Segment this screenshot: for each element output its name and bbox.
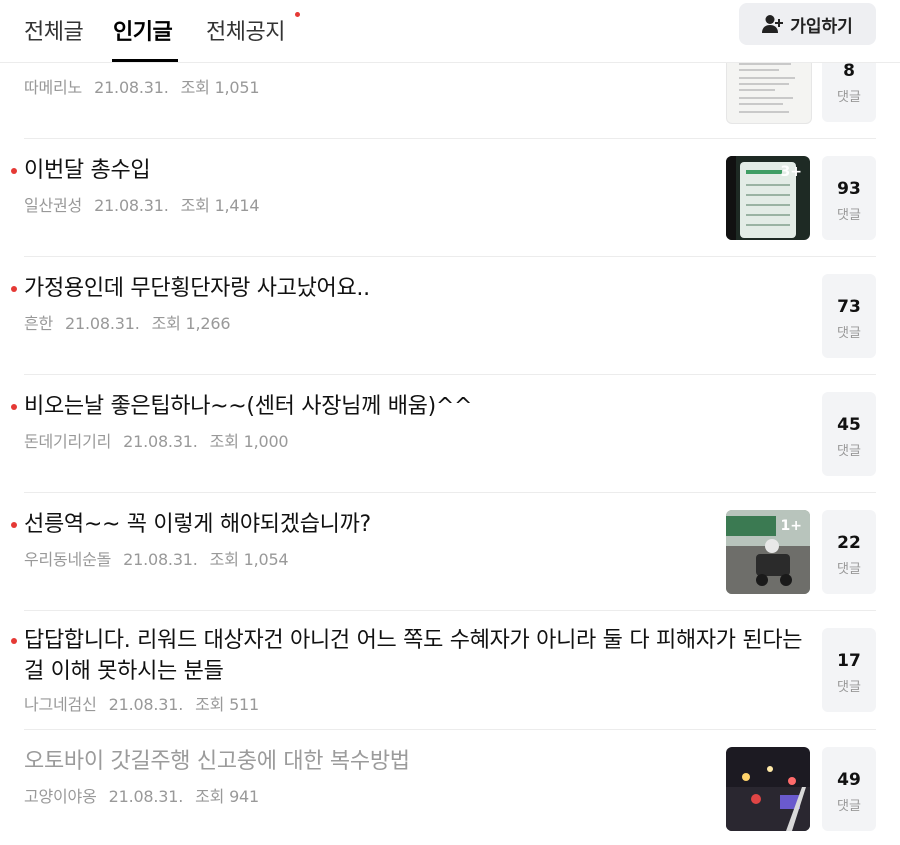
post-views: 조회 1,054 — [209, 550, 289, 569]
comment-count: 49 — [837, 770, 861, 790]
post-views: 조회 511 — [195, 695, 260, 714]
comment-count: 73 — [837, 297, 861, 317]
post-date: 21.08.31. — [94, 196, 169, 215]
comment-count-box[interactable]: 22 댓글 — [822, 510, 876, 594]
tab-all-notices[interactable]: 전체공지 — [206, 14, 285, 46]
comment-count: 22 — [837, 533, 861, 553]
comment-label: 댓글 — [837, 326, 861, 341]
post-author: 우리동네순돌 — [24, 550, 112, 569]
post-title[interactable]: 비오는날 좋은팁하나~~(센터 사장님께 배움)^^ — [24, 391, 784, 422]
post-views: 조회 1,051 — [180, 78, 260, 97]
thumbnail-image-count: 3+ — [780, 164, 802, 180]
comment-count-box[interactable]: 73 댓글 — [822, 274, 876, 358]
post-meta: 우리동네순돌 21.08.31. 조회 1,054 — [24, 546, 300, 570]
post-meta: 나그네검신 21.08.31. 조회 511 — [24, 691, 271, 715]
post-author: 나그네검신 — [24, 695, 97, 714]
new-post-dot — [11, 286, 17, 292]
new-post-dot — [11, 168, 17, 174]
post-date: 21.08.31. — [123, 432, 198, 451]
post-thumbnail[interactable]: 1+ — [726, 510, 810, 594]
post-meta: 흔한 21.08.31. 조회 1,266 — [24, 310, 242, 334]
add-user-icon — [762, 14, 784, 34]
comment-label: 댓글 — [837, 680, 861, 695]
comment-count: 17 — [837, 651, 861, 671]
comment-label: 댓글 — [837, 444, 861, 459]
post-views: 조회 1,414 — [180, 196, 260, 215]
post-views: 조회 941 — [195, 787, 260, 806]
post-views: 조회 1,266 — [151, 314, 231, 333]
post-date: 21.08.31. — [65, 314, 140, 333]
post-author: 돈데기리기리 — [24, 432, 112, 451]
post-thumbnail[interactable] — [726, 747, 810, 831]
post-row[interactable]: 비오는날 좋은팁하나~~(센터 사장님께 배움)^^ 돈데기리기리 21.08.3… — [11, 375, 876, 493]
post-row[interactable]: 답답합니다. 리워드 대상자건 아니건 어느 쪽도 수혜자가 아니라 둘 다 피… — [11, 611, 876, 730]
post-row[interactable]: 가정용인데 무단횡단자랑 사고났어요.. 흔한 21.08.31. 조회 1,266… — [11, 257, 876, 375]
post-date: 21.08.31. — [123, 550, 198, 569]
new-post-dot — [11, 522, 17, 528]
comment-count-box[interactable]: 93 댓글 — [822, 156, 876, 240]
post-row[interactable]: 오토바이 갓길주행 신고충에 대한 복수방법 고양이야옹 21.08.31. 조회 … — [24, 730, 876, 845]
new-post-dot — [11, 638, 17, 644]
comment-count-box[interactable]: 17 댓글 — [822, 628, 876, 712]
post-meta: 따메리노 21.08.31. 조회 1,051 — [24, 74, 271, 98]
post-date: 21.08.31. — [108, 787, 184, 806]
post-author: 일산권성 — [24, 196, 83, 215]
post-title[interactable]: 가정용인데 무단횡단자랑 사고났어요.. — [24, 273, 784, 304]
post-date: 21.08.31. — [94, 78, 169, 97]
comment-label: 댓글 — [837, 799, 861, 814]
tab-popular-posts[interactable]: 인기글 — [113, 14, 173, 46]
post-author: 따메리노 — [24, 78, 83, 97]
new-post-dot — [11, 404, 17, 410]
post-date: 21.08.31. — [108, 695, 184, 714]
post-title[interactable]: 답답합니다. 리워드 대상자건 아니건 어느 쪽도 수혜자가 아니라 둘 다 피… — [24, 625, 804, 687]
comment-label: 댓글 — [837, 90, 861, 105]
thumbnail-image-count: 1+ — [780, 518, 802, 534]
comment-count: 8 — [843, 61, 855, 81]
tab-all-posts[interactable]: 전체글 — [24, 14, 84, 46]
comment-count-box[interactable]: 49 댓글 — [822, 747, 876, 831]
post-views: 조회 1,000 — [209, 432, 289, 451]
post-meta: 일산권성 21.08.31. 조회 1,414 — [24, 192, 271, 216]
post-author: 고양이야옹 — [24, 787, 97, 806]
post-row[interactable]: 이번달 총수입 일산권성 21.08.31. 조회 1,414 3+ 93 댓글 — [11, 139, 876, 257]
comment-count: 45 — [837, 415, 861, 435]
post-title[interactable]: 이번달 총수입 — [24, 155, 704, 186]
post-thumbnail[interactable]: 3+ — [726, 156, 810, 240]
join-button-label: 가입하기 — [790, 16, 853, 37]
new-notice-dot — [295, 12, 300, 17]
comment-label: 댓글 — [837, 562, 861, 577]
join-button[interactable]: 가입하기 — [739, 3, 876, 45]
comment-label: 댓글 — [837, 208, 861, 223]
comment-count: 93 — [837, 179, 861, 199]
post-title[interactable]: 선릉역~~ 꼭 이렇게 해야되겠습니까? — [24, 509, 704, 540]
post-meta: 고양이야옹 21.08.31. 조회 941 — [24, 783, 271, 807]
post-meta: 돈데기리기리 21.08.31. 조회 1,000 — [24, 428, 300, 452]
comment-count-box[interactable]: 45 댓글 — [822, 392, 876, 476]
post-author: 흔한 — [24, 314, 54, 333]
tab-bar: 전체글 인기글 전체공지 가입하기 — [0, 0, 900, 63]
post-row[interactable]: 선릉역~~ 꼭 이렇게 해야되겠습니까? 우리동네순돌 21.08.31. 조회 1… — [11, 493, 876, 611]
post-title[interactable]: 오토바이 갓길주행 신고충에 대한 복수방법 — [24, 746, 704, 777]
active-tab-indicator — [112, 59, 178, 62]
post-row[interactable]: 따메리노 21.08.31. 조회 1,051 8 댓글 — [24, 38, 876, 139]
